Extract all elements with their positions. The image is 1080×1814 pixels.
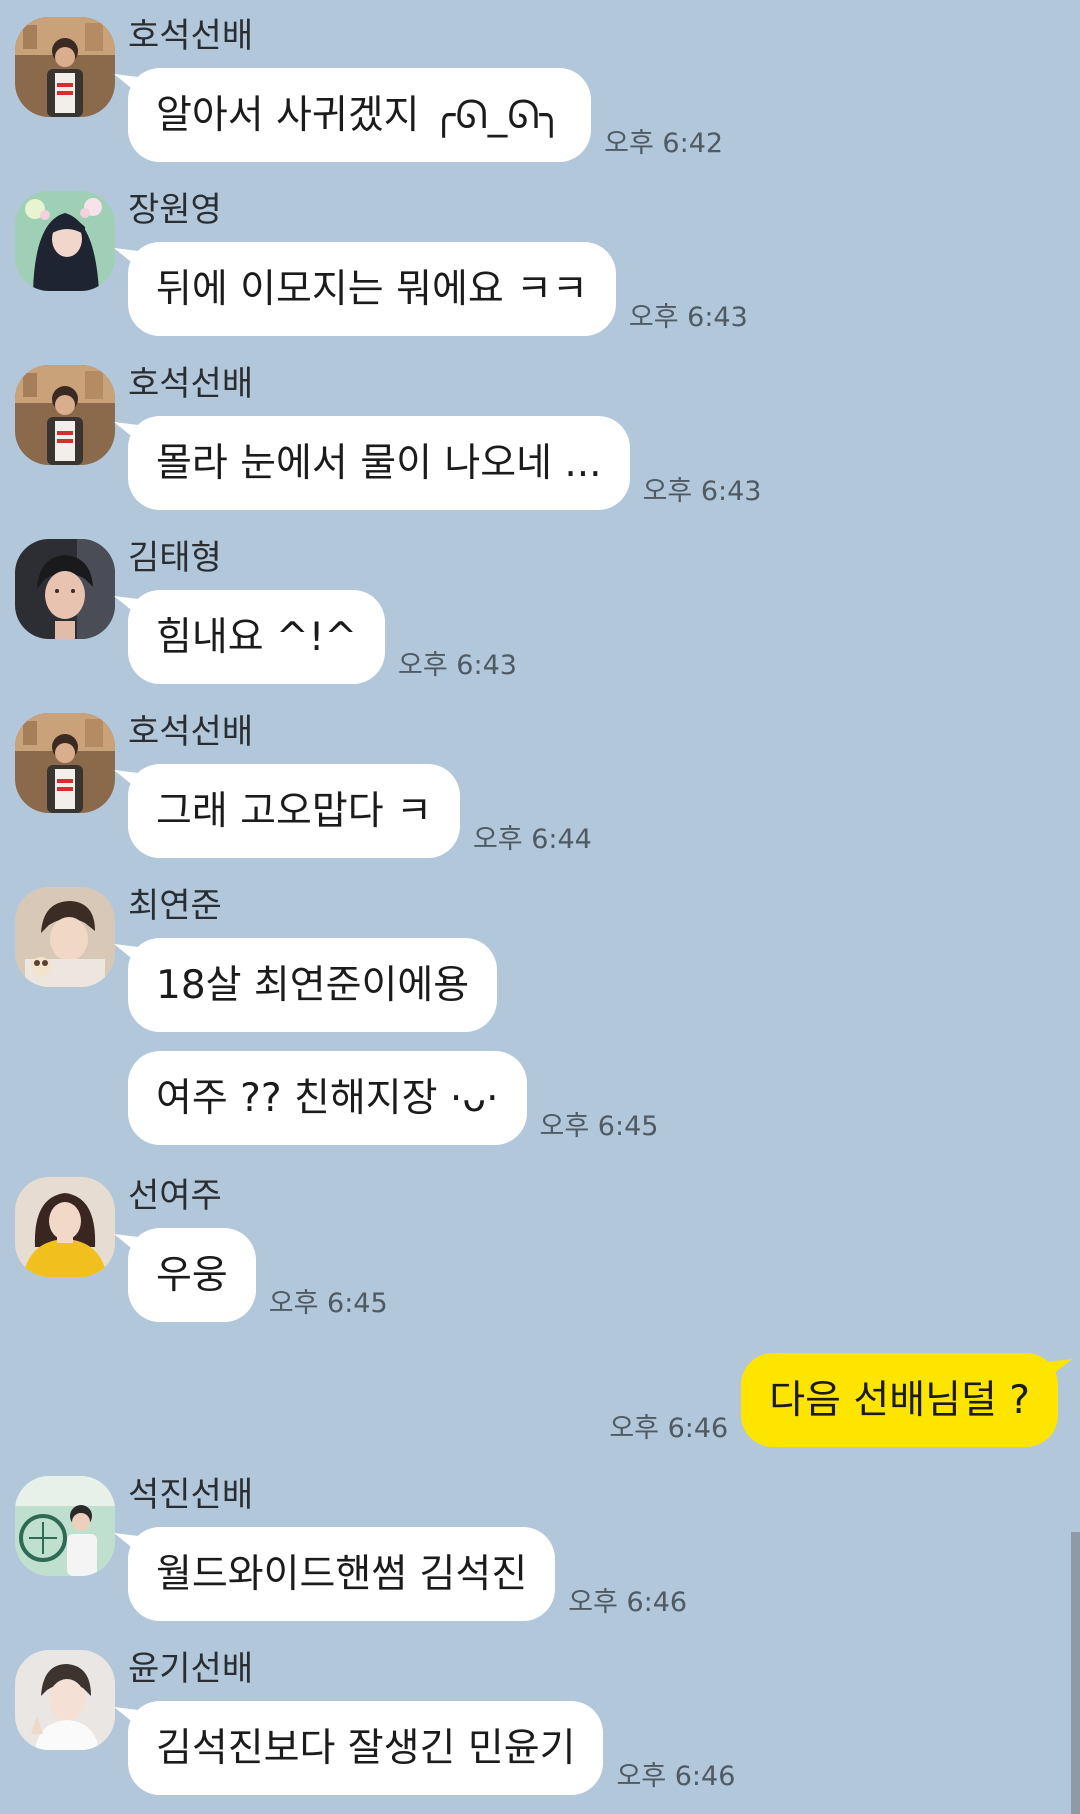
- scrollbar[interactable]: [1070, 0, 1080, 1814]
- message-bubble[interactable]: 그래 고오맙다 ㅋ: [128, 764, 460, 858]
- message-row: 뒤에 이모지는 뭐에요 ㅋㅋ 오후 6:43: [128, 242, 748, 336]
- message-row: 김석진보다 잘생긴 민윤기 오후 6:46: [128, 1701, 735, 1795]
- my-message-bubble[interactable]: 다음 선배님덜 ?: [741, 1353, 1058, 1447]
- message-time: 오후 6:44: [472, 824, 592, 855]
- message-row: 월드와이드핸썸 김석진 오후 6:46: [128, 1527, 687, 1621]
- message-time: 오후 6:46: [568, 1587, 688, 1618]
- sender-name: 윤기선배: [128, 1649, 254, 1689]
- message-row: 알아서 사귀겠지 ╭ᘏ_ᘏ╮ 오후 6:42: [128, 68, 723, 162]
- sender-name: 호석선배: [128, 364, 254, 404]
- message-bubble[interactable]: 18살 최연준이에용: [128, 938, 498, 1032]
- message-row: 여주 ?? 친해지장 ·ᴗ· 오후 6:45: [128, 1051, 658, 1145]
- message-row: 힘내요 ^!^ 오후 6:43: [128, 590, 517, 684]
- message-time: 오후 6:42: [604, 128, 724, 159]
- message-bubble[interactable]: 알아서 사귀겠지 ╭ᘏ_ᘏ╮: [128, 68, 592, 162]
- avatar[interactable]: [15, 1476, 115, 1576]
- sender-name: 최연준: [128, 886, 222, 926]
- sender-name: 호석선배: [128, 16, 254, 56]
- message-bubble[interactable]: 몰라 눈에서 물이 나오네 ...: [128, 416, 630, 510]
- sender-name: 호석선배: [128, 712, 254, 752]
- sender-name: 석진선배: [128, 1475, 254, 1515]
- scrollbar-thumb[interactable]: [1071, 1532, 1080, 1814]
- message-row: 그래 고오맙다 ㅋ 오후 6:44: [128, 764, 592, 858]
- message-time: 오후 6:43: [398, 650, 517, 681]
- message-time: 오후 6:45: [539, 1111, 659, 1142]
- avatar[interactable]: [15, 17, 115, 117]
- message-row: 몰라 눈에서 물이 나오네 ... 오후 6:43: [128, 416, 762, 510]
- avatar[interactable]: [15, 365, 115, 465]
- message-time: 오후 6:43: [628, 302, 748, 333]
- avatar[interactable]: [15, 887, 115, 987]
- avatar[interactable]: [15, 713, 115, 813]
- sender-name: 김태형: [128, 538, 222, 578]
- message-bubble[interactable]: 김석진보다 잘생긴 민윤기: [128, 1701, 604, 1795]
- message-time: 오후 6:45: [268, 1288, 388, 1319]
- message-bubble[interactable]: 힘내요 ^!^: [128, 590, 386, 684]
- avatar[interactable]: [15, 191, 115, 291]
- message-bubble[interactable]: 우웅: [128, 1228, 256, 1322]
- my-message-row: 오후 6:46 다음 선배님덜 ?: [609, 1353, 1058, 1447]
- message-time: 오후 6:46: [609, 1413, 729, 1444]
- message-bubble[interactable]: 여주 ?? 친해지장 ·ᴗ·: [128, 1051, 527, 1145]
- avatar[interactable]: [15, 1177, 115, 1277]
- sender-name: 장원영: [128, 190, 222, 230]
- chat-area: 호석선배 알아서 사귀겠지 ╭ᘏ_ᘏ╮ 오후 6:42 장원영 뒤에 이모지는 …: [0, 0, 1080, 1814]
- message-bubble[interactable]: 뒤에 이모지는 뭐에요 ㅋㅋ: [128, 242, 616, 336]
- message-row: 18살 최연준이에용: [128, 938, 498, 1032]
- message-time: 오후 6:46: [616, 1761, 736, 1792]
- sender-name: 선여주: [128, 1176, 222, 1216]
- avatar[interactable]: [15, 1650, 115, 1750]
- avatar[interactable]: [15, 539, 115, 639]
- message-bubble[interactable]: 월드와이드핸썸 김석진: [128, 1527, 556, 1621]
- message-row: 우웅 오후 6:45: [128, 1228, 388, 1322]
- message-time: 오후 6:43: [642, 476, 762, 507]
